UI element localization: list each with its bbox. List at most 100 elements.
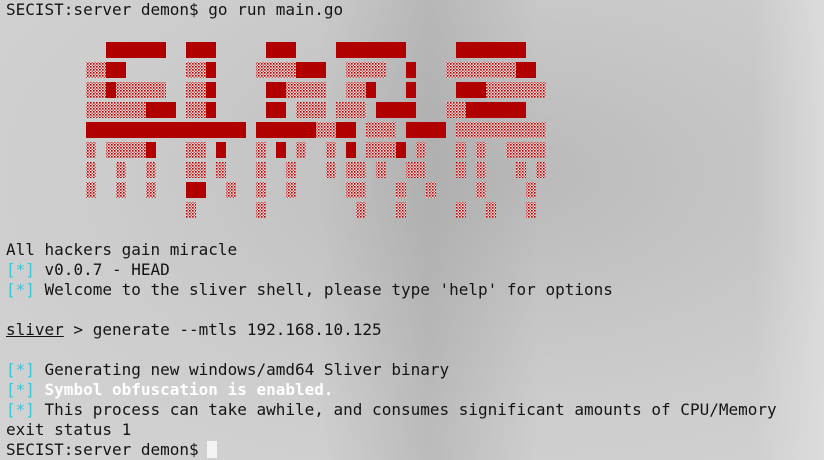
banner-block	[156, 122, 246, 138]
banner-block	[146, 162, 156, 178]
banner-block	[336, 122, 356, 138]
banner-block	[326, 142, 336, 158]
text-cursor[interactable]	[206, 441, 217, 458]
banner-block	[106, 82, 116, 98]
banner-block	[366, 142, 396, 158]
process-text: This process can take awhile, and consum…	[34, 400, 777, 419]
banner-block	[346, 182, 366, 198]
obfuscation-line: [*] Symbol obfuscation is enabled.	[6, 380, 334, 400]
banner-block	[106, 42, 166, 58]
banner-block	[476, 142, 486, 158]
banner-block	[186, 62, 206, 78]
banner-block	[376, 162, 386, 178]
banner-block	[456, 42, 526, 58]
banner-block	[266, 102, 286, 118]
banner-block	[336, 102, 366, 118]
banner-block	[296, 102, 326, 118]
banner-block	[106, 62, 126, 78]
banner-block	[346, 62, 386, 78]
banner-block	[116, 82, 166, 98]
banner-block	[366, 42, 406, 58]
banner-block	[396, 202, 406, 218]
banner-block	[186, 182, 206, 198]
generating-line: [*] Generating new windows/amd64 Sliver …	[6, 360, 449, 380]
tagline: All hackers gain miracle	[6, 240, 238, 259]
info-tag: [*]	[6, 400, 35, 419]
banner-block	[456, 202, 466, 218]
banner-block	[486, 202, 496, 218]
generating-text: Generating new windows/amd64 Sliver bina…	[34, 360, 450, 379]
banner-block	[266, 42, 296, 58]
banner-block	[466, 102, 526, 118]
info-tag: [*]	[6, 260, 35, 279]
banner-block	[516, 162, 526, 178]
banner-block	[406, 122, 446, 138]
exit-status-line: exit status 1	[6, 420, 132, 439]
banner-block	[346, 82, 366, 98]
banner-block	[456, 162, 466, 178]
banner-block	[286, 162, 296, 178]
banner-block	[226, 182, 236, 198]
banner-block	[326, 162, 336, 178]
shell-prompt: SECIST:server demon$	[6, 440, 199, 459]
version-line: [*] v0.0.7 - HEAD	[6, 260, 170, 280]
welcome-line: [*] Welcome to the sliver shell, please …	[6, 280, 613, 300]
banner-block	[506, 142, 546, 158]
banner-block	[476, 182, 486, 198]
banner-block	[476, 122, 546, 138]
banner-block	[86, 62, 106, 78]
info-tag: [*]	[6, 360, 35, 379]
banner-block	[116, 182, 126, 198]
banner-block	[216, 162, 226, 178]
banner-block	[206, 102, 216, 118]
final-prompt-line[interactable]: SECIST:server demon$	[6, 440, 217, 460]
banner-block	[256, 162, 266, 178]
banner-block	[206, 82, 216, 98]
banner-block	[526, 182, 536, 198]
banner-block	[446, 62, 516, 78]
banner-block	[286, 182, 296, 198]
banner-block	[406, 162, 426, 178]
banner-block	[416, 142, 426, 158]
banner-block	[256, 202, 266, 218]
terminal-window[interactable]: SECIST:server demon$ go run main.go All …	[0, 0, 824, 460]
banner-block	[516, 62, 536, 78]
banner-block	[86, 122, 156, 138]
welcome-text: Welcome to the sliver shell, please type…	[34, 280, 613, 299]
sliver-prompt-name: sliver	[6, 320, 64, 339]
banner-block	[206, 62, 216, 78]
banner-block	[146, 182, 156, 198]
generate-command: > generate --mtls 192.168.10.125	[63, 320, 382, 339]
banner-block	[486, 82, 546, 98]
banner-block	[456, 122, 476, 138]
version-text: v0.0.7 - HEAD	[34, 260, 170, 279]
banner-block	[256, 62, 296, 78]
banner-block	[346, 142, 356, 158]
banner-block	[106, 142, 146, 158]
banner-block	[186, 102, 206, 118]
info-tag: [*]	[6, 380, 35, 399]
banner-block	[86, 182, 96, 198]
banner-block	[86, 142, 96, 158]
banner-block	[146, 102, 176, 118]
banner-block	[346, 162, 366, 178]
banner-block	[536, 162, 546, 178]
banner-block	[256, 142, 266, 158]
banner-block	[356, 202, 366, 218]
banner-block	[266, 82, 286, 98]
banner-block	[296, 62, 326, 78]
banner-block	[336, 42, 366, 58]
banner-block	[406, 82, 416, 98]
banner-block	[376, 102, 416, 118]
banner-block	[446, 102, 466, 118]
banner-block	[216, 142, 226, 158]
banner-block	[186, 82, 206, 98]
banner-block	[396, 182, 406, 198]
banner-block	[86, 82, 106, 98]
sliver-command-line: sliver > generate --mtls 192.168.10.125	[6, 320, 382, 340]
info-tag: [*]	[6, 280, 35, 299]
banner-block	[316, 122, 336, 138]
banner-block	[186, 42, 216, 58]
banner-block	[426, 182, 436, 198]
banner-block	[256, 182, 266, 198]
